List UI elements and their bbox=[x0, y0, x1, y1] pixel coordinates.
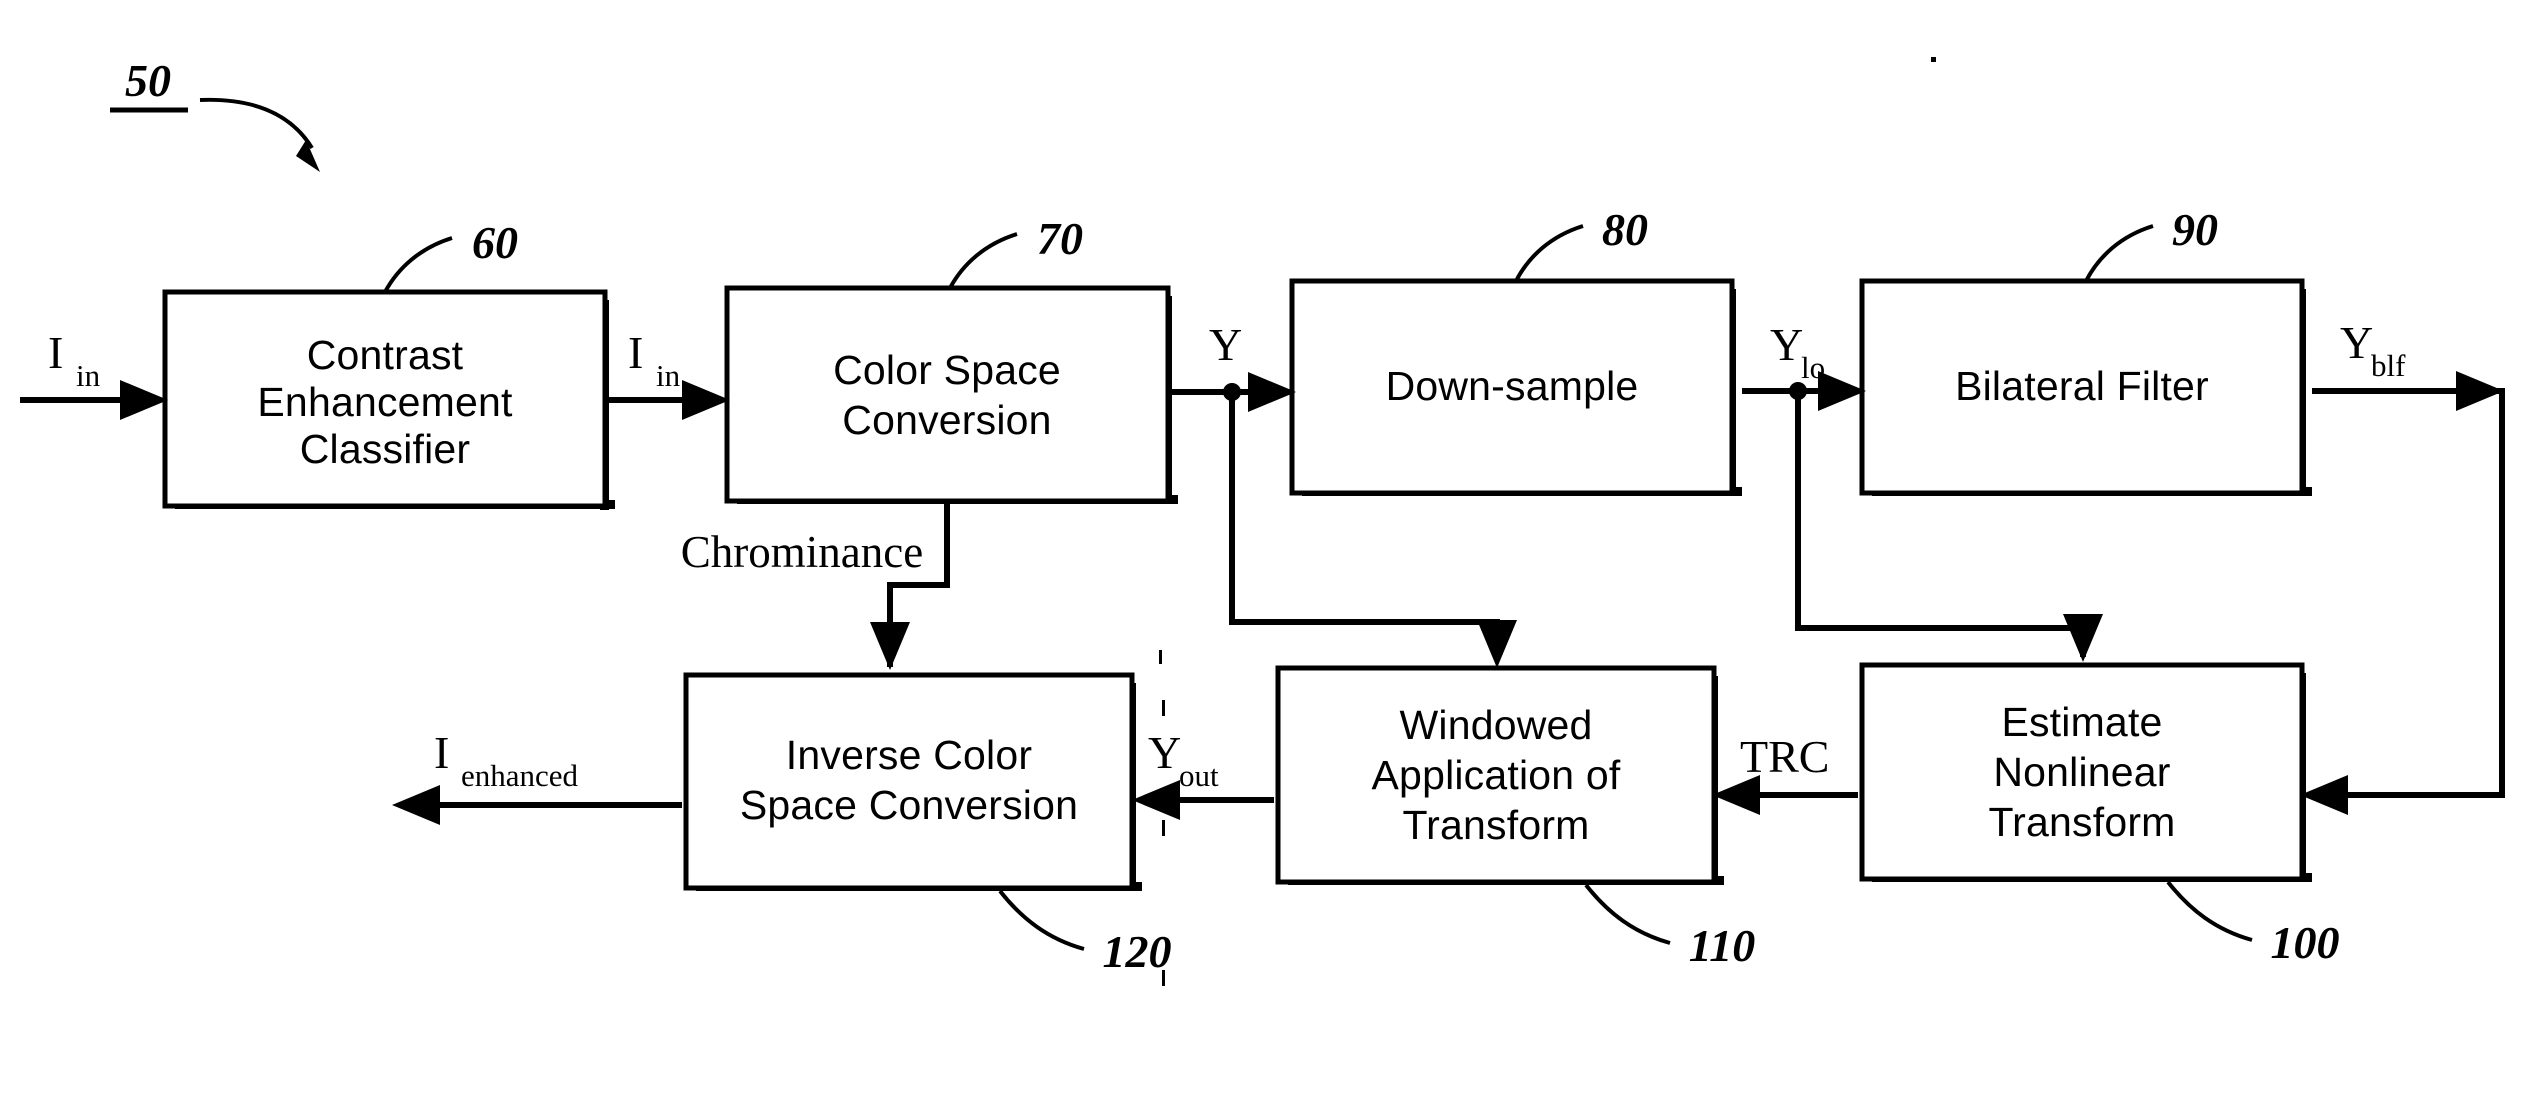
block-diagram-canvas: 50 Contrast Enhancement Classifier 60 Co… bbox=[20, 55, 2505, 986]
ref-number-70: 70 bbox=[1037, 213, 1083, 264]
block-label-line: Space Conversion bbox=[740, 782, 1078, 828]
signal-label-luminance-filtered: Y blf bbox=[2340, 317, 2406, 383]
arrowhead-down bbox=[870, 622, 910, 670]
block-estimate-nonlinear-transform[interactable]: Estimate Nonlinear Transform bbox=[1859, 662, 2312, 882]
signal-label-luminance: Y bbox=[1209, 319, 1242, 370]
signal-subscript: enhanced bbox=[461, 758, 579, 793]
ref-leader-60 bbox=[383, 236, 453, 293]
ref-number-110: 110 bbox=[1689, 920, 1755, 971]
wire-path bbox=[2312, 388, 2505, 798]
patent-figure-page: 50 Contrast Enhancement Classifier 60 Co… bbox=[0, 0, 2522, 1105]
block-label-line: Contrast bbox=[307, 332, 464, 378]
leader-line-100: 100 bbox=[2166, 880, 2340, 968]
signal-subscript: blf bbox=[2371, 348, 2406, 383]
signal-label-input-image: I in bbox=[48, 327, 101, 393]
arrowhead-left bbox=[1132, 780, 1180, 820]
block-label-line: Transform bbox=[1402, 802, 1589, 848]
block-inverse-color-space-conversion[interactable]: Inverse Color Space Conversion bbox=[683, 672, 1142, 891]
signal-label-classified-image: I in bbox=[628, 327, 681, 393]
signal-label-tone-response-curve: TRC bbox=[1740, 731, 1829, 782]
arrowhead-right-corner bbox=[2456, 371, 2504, 411]
signal-subscript: lo bbox=[1801, 350, 1825, 385]
ref-leader-80 bbox=[1514, 224, 1584, 282]
arrowhead-left bbox=[392, 785, 440, 825]
leader-line-60: 60 bbox=[383, 217, 518, 293]
block-label-line: Bilateral Filter bbox=[1955, 363, 2209, 409]
leader-line-70: 70 bbox=[948, 213, 1083, 289]
signal-subscript: in bbox=[76, 358, 101, 393]
signal-base: Y bbox=[1148, 727, 1181, 778]
block-label-line: Enhancement bbox=[257, 379, 513, 425]
figure-reference-50: 50 bbox=[110, 55, 320, 172]
box-outline bbox=[724, 285, 1171, 504]
block-label-line: Transform bbox=[1988, 799, 2175, 845]
signal-label-luminance-low-res: Y lo bbox=[1770, 319, 1825, 385]
scan-speck bbox=[1162, 820, 1165, 836]
arrowhead-right bbox=[1248, 372, 1296, 412]
ref-leader-110 bbox=[1584, 883, 1671, 945]
ref-number-120: 120 bbox=[1103, 926, 1172, 977]
ref-number-80: 80 bbox=[1602, 204, 1648, 255]
scan-speck bbox=[1162, 970, 1165, 986]
arrowhead-down bbox=[1477, 620, 1517, 668]
ref-number-100: 100 bbox=[2271, 917, 2340, 968]
ref-number-90: 90 bbox=[2172, 204, 2218, 255]
figure-ref-arrowhead bbox=[296, 140, 320, 172]
block-label-line: Color Space bbox=[833, 347, 1061, 393]
signal-base: TRC bbox=[1740, 731, 1829, 782]
block-down-sample[interactable]: Down-sample bbox=[1289, 278, 1742, 496]
block-color-space-conversion[interactable]: Color Space Conversion bbox=[724, 285, 1178, 504]
signal-base: I bbox=[628, 327, 643, 378]
leader-line-90: 90 bbox=[2084, 204, 2218, 282]
scan-speck bbox=[1162, 700, 1165, 716]
signal-base: Y bbox=[1770, 319, 1803, 370]
scan-speck bbox=[1931, 57, 1936, 62]
signal-subscript: out bbox=[1179, 758, 1219, 793]
signal-base: I bbox=[48, 327, 63, 378]
arrowhead-down bbox=[2063, 614, 2103, 662]
signal-base: Y bbox=[2340, 317, 2373, 368]
ref-leader-100 bbox=[2166, 880, 2253, 942]
ref-leader-90 bbox=[2084, 224, 2154, 282]
ref-leader-120 bbox=[998, 889, 1085, 951]
leader-line-120: 120 bbox=[998, 889, 1172, 977]
scan-speck bbox=[1159, 650, 1162, 664]
figure-ref-leader-curve bbox=[199, 97, 314, 150]
block-label-line: Estimate bbox=[2001, 699, 2162, 745]
signal-label-enhanced-image: I enhanced bbox=[434, 727, 579, 793]
arrowhead-right bbox=[682, 380, 730, 420]
block-label-line: Classifier bbox=[300, 426, 471, 472]
block-label-line: Windowed bbox=[1399, 702, 1592, 748]
block-bilateral-filter[interactable]: Bilateral Filter bbox=[1859, 278, 2312, 496]
arrowhead-right bbox=[1818, 371, 1866, 411]
arrowhead-left bbox=[2300, 775, 2348, 815]
signal-subscript: in bbox=[656, 358, 681, 393]
block-label-line: Inverse Color bbox=[786, 732, 1032, 778]
ref-number-60: 60 bbox=[472, 217, 518, 268]
signal-base: Y bbox=[1209, 319, 1242, 370]
leader-line-110: 110 bbox=[1584, 883, 1755, 971]
block-contrast-enhancement-classifier[interactable]: Contrast Enhancement Classifier bbox=[162, 289, 615, 510]
block-label-line: Nonlinear bbox=[1993, 749, 2170, 795]
signal-label-luminance-out: Y out bbox=[1148, 727, 1219, 793]
figure-ref-number: 50 bbox=[125, 55, 171, 106]
block-windowed-application-of-transform[interactable]: Windowed Application of Transform bbox=[1275, 665, 1724, 885]
block-label-line: Down-sample bbox=[1386, 363, 1639, 409]
arrowhead-right bbox=[120, 380, 168, 420]
chrominance-label: Chrominance bbox=[681, 527, 923, 577]
leader-line-80: 80 bbox=[1514, 204, 1648, 282]
block-label-line: Conversion bbox=[842, 397, 1051, 443]
signal-base: I bbox=[434, 727, 449, 778]
ref-leader-70 bbox=[948, 232, 1018, 289]
block-label-line: Application of bbox=[1372, 752, 1621, 798]
wire-bilateral-filter-feedback-to-estimate-transform bbox=[2300, 371, 2505, 815]
